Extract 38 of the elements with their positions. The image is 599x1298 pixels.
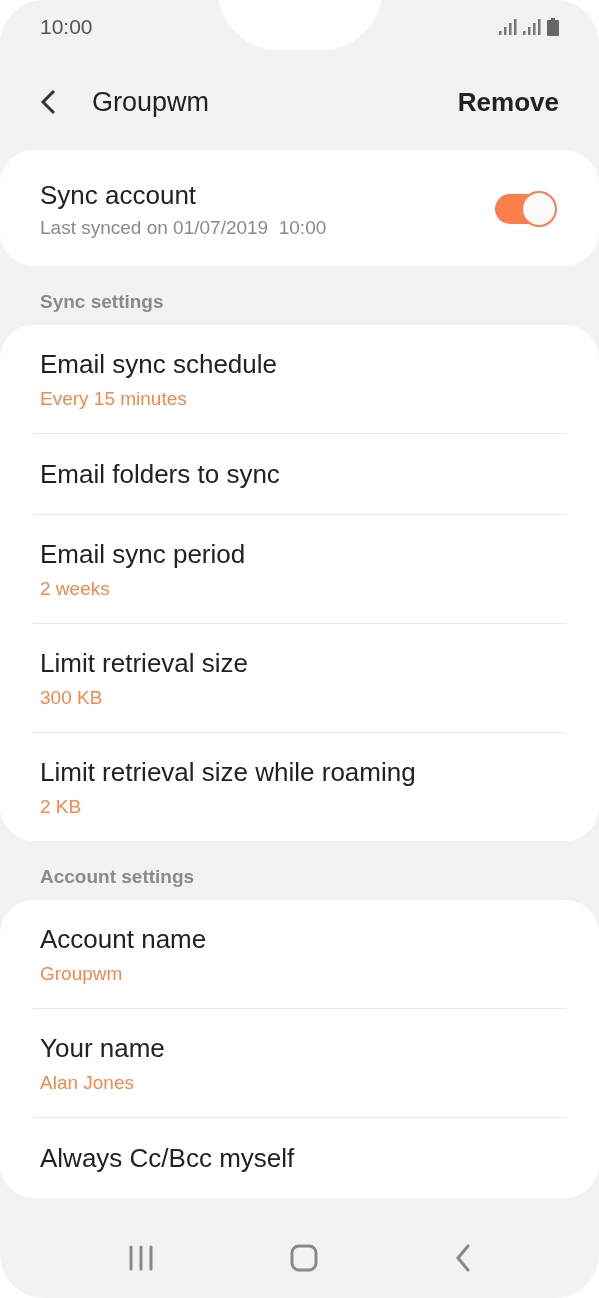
setting-value: 2 weeks bbox=[40, 577, 111, 600]
recent-apps-icon[interactable] bbox=[128, 1245, 155, 1271]
setting-title: Email sync period bbox=[40, 538, 247, 570]
section-header: Account settings bbox=[39, 865, 196, 889]
setting-value: Groupwm bbox=[40, 962, 124, 985]
home-icon[interactable] bbox=[290, 1244, 319, 1272]
setting-title: Account name bbox=[40, 923, 208, 955]
section-header: Sync settings bbox=[39, 290, 165, 314]
setting-value: Every 15 minutes bbox=[40, 387, 188, 410]
setting-value: Alan Jones bbox=[40, 1071, 135, 1094]
setting-item[interactable]: Limit retrieval size 300 KB bbox=[33, 624, 566, 732]
setting-title: Email folders to sync bbox=[40, 458, 281, 490]
setting-item[interactable]: Email sync schedule Every 15 minutes bbox=[33, 325, 566, 433]
remove-button[interactable]: Remove bbox=[457, 86, 559, 118]
signal-icon bbox=[499, 19, 517, 35]
setting-title: Sync account bbox=[40, 179, 198, 211]
setting-item[interactable]: Your name Alan Jones bbox=[33, 1009, 566, 1117]
back-button[interactable] bbox=[40, 89, 56, 115]
back-icon[interactable] bbox=[454, 1244, 471, 1272]
last-synced-text: Last synced on 01/07/2019 10:00 bbox=[40, 216, 328, 239]
screen-title: Groupwm bbox=[92, 86, 211, 118]
setting-item[interactable]: Email sync period 2 weeks bbox=[33, 515, 566, 623]
setting-item[interactable]: Always Cc/Bcc myself bbox=[33, 1118, 566, 1198]
setting-title: Your name bbox=[40, 1032, 166, 1064]
setting-item[interactable]: Account name Groupwm bbox=[33, 900, 566, 1008]
setting-title: Limit retrieval size while roaming bbox=[40, 756, 417, 788]
setting-title: Email sync schedule bbox=[40, 348, 278, 380]
setting-title: Limit retrieval size bbox=[40, 647, 250, 679]
setting-item[interactable]: Limit retrieval size while roaming 2 KB bbox=[33, 733, 566, 841]
setting-title: Always Cc/Bcc myself bbox=[40, 1142, 296, 1174]
sync-account-card[interactable]: Sync account Last synced on 01/07/2019 10:00 bbox=[0, 150, 599, 266]
setting-item[interactable]: Email folders to sync bbox=[33, 434, 566, 514]
status-time: 10:00 bbox=[40, 15, 93, 39]
setting-value: 300 KB bbox=[40, 686, 104, 709]
signal-icon bbox=[523, 19, 541, 35]
sync-toggle[interactable] bbox=[495, 194, 555, 224]
battery-icon bbox=[547, 18, 559, 36]
setting-value: 2 KB bbox=[40, 795, 83, 818]
